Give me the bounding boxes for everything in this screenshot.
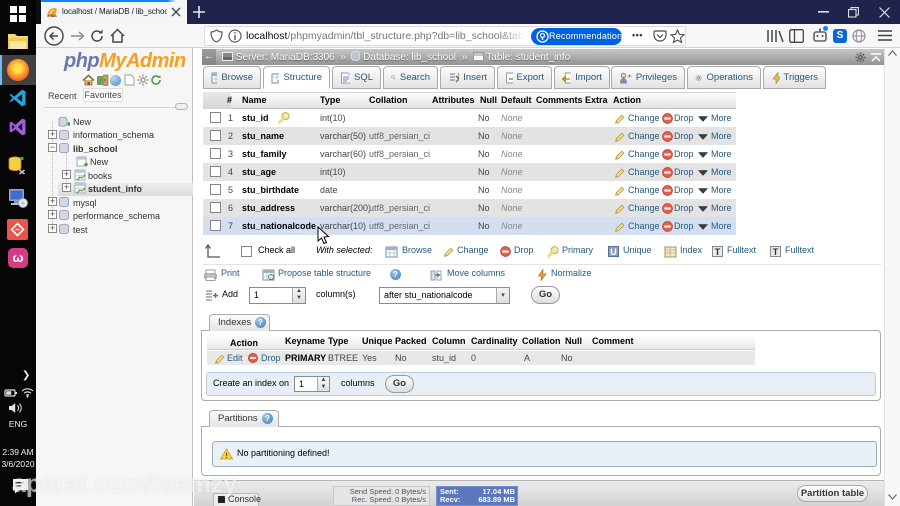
svg-text:PMA: PMA xyxy=(48,13,57,18)
